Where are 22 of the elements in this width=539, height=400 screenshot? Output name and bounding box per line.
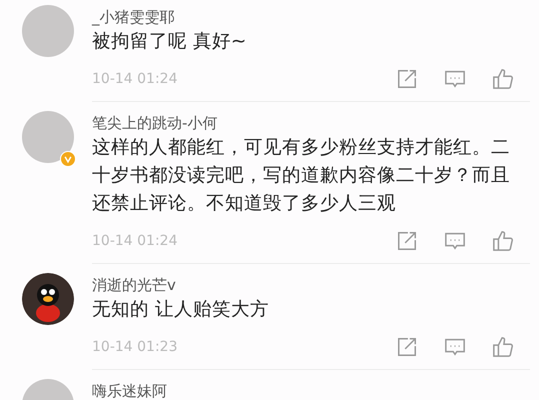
thumbs-up-icon[interactable] xyxy=(492,230,514,252)
comment-time: 10-14 01:24 xyxy=(92,233,178,249)
comment-icon[interactable] xyxy=(444,230,466,252)
comment-text: 被拘留了呢 真好~ xyxy=(92,30,248,54)
share-icon[interactable] xyxy=(396,68,418,90)
comment-text: 无知的 让人贻笑大方 xyxy=(92,298,270,322)
thumbs-up-icon[interactable] xyxy=(492,336,514,358)
avatar-photo-placeholder[interactable] xyxy=(22,111,74,163)
comment-text: 这样的人都能红，可见有多少粉丝支持才能红。二十岁书都没读完吧，写的道歉内容像二十岁？而且还禁止评论。不知道毁了多少人三观 xyxy=(92,136,511,216)
thumbs-up-icon[interactable] xyxy=(492,68,514,90)
user-name[interactable]: _小猪雯雯耶 xyxy=(92,6,530,28)
share-icon[interactable] xyxy=(396,230,418,252)
share-icon[interactable] xyxy=(396,336,418,358)
comment-icon[interactable] xyxy=(444,336,466,358)
comment-time: 10-14 01:23 xyxy=(92,339,178,355)
avatar-cartoon-icon[interactable] xyxy=(22,273,74,325)
avatar-photo-placeholder[interactable] xyxy=(22,5,74,57)
comment-icon[interactable] xyxy=(444,68,466,90)
user-name[interactable]: 嗨乐迷妹阿 xyxy=(92,380,530,400)
comment-time: 10-14 01:24 xyxy=(92,71,178,87)
user-name[interactable]: 消逝的光芒v xyxy=(92,274,530,296)
user-name[interactable]: 笔尖上的跳动-小何 xyxy=(92,112,530,134)
